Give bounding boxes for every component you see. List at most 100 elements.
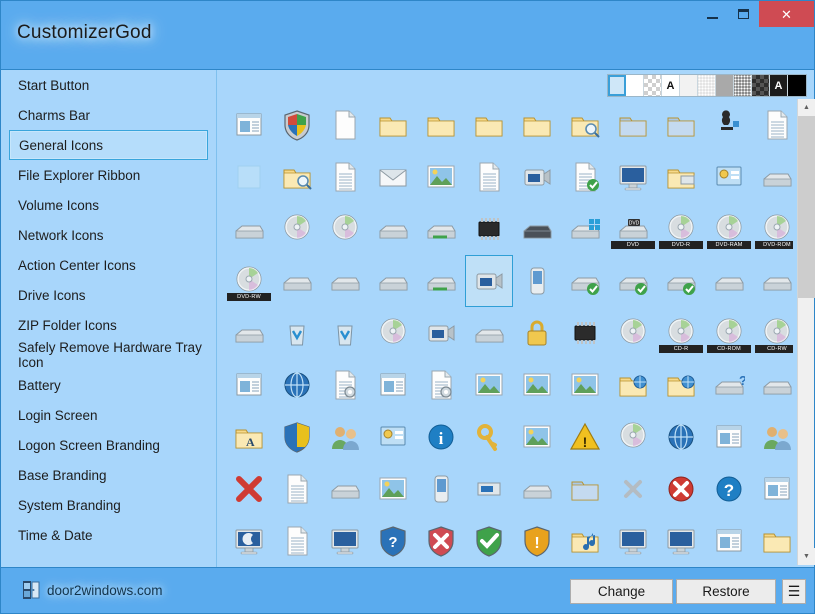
icon-cell[interactable] xyxy=(705,411,753,463)
vertical-scrollbar[interactable]: ▲ ▼ xyxy=(797,99,815,565)
icon-cell[interactable] xyxy=(417,307,465,359)
icon-cell[interactable]: CD-RW xyxy=(753,307,793,359)
icon-cell[interactable]: CD-R xyxy=(657,307,705,359)
icon-cell[interactable] xyxy=(561,99,609,151)
icon-cell[interactable] xyxy=(465,151,513,203)
icon-cell[interactable] xyxy=(465,99,513,151)
icon-cell[interactable] xyxy=(225,515,273,565)
icon-cell[interactable]: DVD-RAM xyxy=(705,203,753,255)
sidebar-item-system-branding[interactable]: System Branding xyxy=(9,490,208,520)
swatch-near-white[interactable] xyxy=(680,75,698,96)
icon-cell[interactable]: ? xyxy=(705,359,753,411)
icon-cell[interactable] xyxy=(465,515,513,565)
icon-cell[interactable] xyxy=(561,203,609,255)
icon-cell[interactable]: ? xyxy=(369,515,417,565)
icon-cell[interactable] xyxy=(753,99,793,151)
close-button[interactable]: ✕ xyxy=(759,1,814,27)
swatch-letter-a-light[interactable]: A xyxy=(662,75,680,96)
icon-cell[interactable] xyxy=(705,99,753,151)
icon-cell[interactable] xyxy=(657,255,705,307)
icon-cell[interactable] xyxy=(657,411,705,463)
icon-cell[interactable] xyxy=(753,515,793,565)
swatch-letter-a-dark[interactable]: A xyxy=(770,75,788,96)
icon-cell[interactable] xyxy=(465,307,513,359)
scroll-up-arrow-icon[interactable]: ▲ xyxy=(798,99,815,116)
icon-cell[interactable] xyxy=(561,515,609,565)
sidebar-item-general-icons[interactable]: General Icons xyxy=(9,130,208,160)
icon-cell[interactable]: ! xyxy=(513,515,561,565)
icon-cell[interactable] xyxy=(705,515,753,565)
icon-cell[interactable] xyxy=(753,359,793,411)
icon-cell[interactable] xyxy=(657,151,705,203)
sidebar-item-volume-icons[interactable]: Volume Icons xyxy=(9,190,208,220)
icon-cell[interactable] xyxy=(753,151,793,203)
icon-cell[interactable]: CD-ROM xyxy=(705,307,753,359)
icon-cell[interactable] xyxy=(273,515,321,565)
sidebar-item-battery[interactable]: Battery xyxy=(9,370,208,400)
minimize-button[interactable] xyxy=(697,1,728,27)
sidebar-item-file-explorer-ribbon[interactable]: File Explorer Ribbon xyxy=(9,160,208,190)
brand[interactable]: door2windows.com xyxy=(23,580,163,600)
icon-cell[interactable] xyxy=(321,515,369,565)
icon-cell[interactable] xyxy=(273,411,321,463)
swatch-dots-dark[interactable] xyxy=(734,75,752,96)
icon-cell[interactable] xyxy=(465,359,513,411)
icon-cell[interactable] xyxy=(657,515,705,565)
icon-cell[interactable] xyxy=(321,151,369,203)
icon-cell[interactable] xyxy=(225,307,273,359)
icon-cell[interactable] xyxy=(705,151,753,203)
icon-cell[interactable]: DVD-R xyxy=(657,203,705,255)
icon-cell[interactable] xyxy=(753,255,793,307)
icon-cell[interactable] xyxy=(609,307,657,359)
sidebar-item-safely-remove-hardware-tray-icon[interactable]: Safely Remove Hardware Tray Icon xyxy=(9,340,208,370)
icon-cell[interactable] xyxy=(417,255,465,307)
icon-cell[interactable] xyxy=(465,463,513,515)
icon-cell[interactable] xyxy=(417,151,465,203)
icon-cell[interactable]: ? xyxy=(705,463,753,515)
scrollbar-thumb[interactable] xyxy=(798,116,815,298)
icon-cell[interactable]: DVD DVD xyxy=(609,203,657,255)
icon-cell[interactable] xyxy=(321,307,369,359)
icon-cell[interactable] xyxy=(417,99,465,151)
icon-cell[interactable] xyxy=(321,99,369,151)
icon-cell[interactable] xyxy=(225,359,273,411)
icon-cell[interactable]: DVD-RW xyxy=(225,255,273,307)
icon-cell[interactable] xyxy=(465,411,513,463)
icon-cell[interactable] xyxy=(417,463,465,515)
icon-cell[interactable] xyxy=(321,411,369,463)
icon-cell[interactable]: ! xyxy=(561,411,609,463)
icon-cell[interactable] xyxy=(369,151,417,203)
sidebar-item-base-branding[interactable]: Base Branding xyxy=(9,460,208,490)
icon-cell[interactable] xyxy=(369,307,417,359)
icon-cell[interactable] xyxy=(321,359,369,411)
icon-cell[interactable] xyxy=(561,463,609,515)
icon-cell[interactable] xyxy=(513,151,561,203)
sidebar-item-network-icons[interactable]: Network Icons xyxy=(9,220,208,250)
icon-cell[interactable] xyxy=(369,203,417,255)
icon-cell[interactable] xyxy=(657,99,705,151)
swatch-gray[interactable] xyxy=(716,75,734,96)
icon-cell[interactable] xyxy=(609,359,657,411)
sidebar-item-start-button[interactable]: Start Button xyxy=(9,70,208,100)
swatch-blue-selected[interactable] xyxy=(608,75,626,96)
icon-cell[interactable] xyxy=(465,255,513,307)
icon-cell[interactable] xyxy=(225,99,273,151)
restore-button[interactable]: Restore xyxy=(676,579,776,604)
icon-cell[interactable] xyxy=(609,411,657,463)
icon-cell[interactable] xyxy=(369,411,417,463)
sidebar-item-logon-screen-branding[interactable]: Logon Screen Branding xyxy=(9,430,208,460)
scroll-down-arrow-icon[interactable]: ▼ xyxy=(798,548,815,565)
icon-cell[interactable] xyxy=(513,359,561,411)
icon-cell[interactable] xyxy=(321,203,369,255)
icon-cell[interactable] xyxy=(225,463,273,515)
icon-cell[interactable] xyxy=(657,359,705,411)
icon-cell[interactable] xyxy=(225,151,273,203)
icon-cell[interactable] xyxy=(561,359,609,411)
icon-cell[interactable] xyxy=(657,463,705,515)
sidebar-item-action-center-icons[interactable]: Action Center Icons xyxy=(9,250,208,280)
maximize-button[interactable] xyxy=(728,1,759,27)
sidebar-item-drive-icons[interactable]: Drive Icons xyxy=(9,280,208,310)
sidebar-item-charms-bar[interactable]: Charms Bar xyxy=(9,100,208,130)
icon-cell[interactable] xyxy=(369,359,417,411)
icon-cell[interactable] xyxy=(273,151,321,203)
